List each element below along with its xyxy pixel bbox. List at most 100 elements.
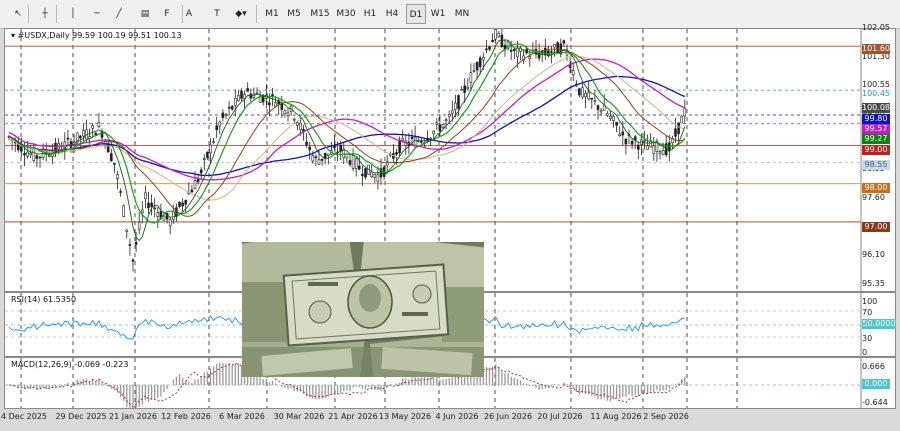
candle-body bbox=[280, 103, 284, 110]
candle-body bbox=[153, 207, 156, 210]
candle-body bbox=[348, 160, 352, 165]
price-tag: 98.55 bbox=[862, 160, 890, 170]
candle-body bbox=[246, 88, 249, 92]
price-tag: 99.57 bbox=[862, 124, 890, 134]
price-tag: 99.00 bbox=[862, 145, 890, 155]
date-label: 2 Sep 2026 bbox=[643, 412, 689, 421]
price-tag: 99.80 bbox=[862, 114, 890, 124]
candle-body bbox=[137, 222, 141, 230]
timeframe-h1[interactable]: H1 bbox=[360, 4, 380, 24]
candle-body bbox=[497, 33, 501, 37]
candle-body bbox=[401, 137, 405, 141]
candle-body bbox=[237, 94, 240, 102]
ma-medium-line bbox=[8, 48, 685, 217]
candle-body bbox=[184, 199, 187, 205]
timeframe-m30[interactable]: M30 bbox=[334, 4, 358, 24]
candle-body bbox=[385, 161, 389, 166]
macd-tick: -0.644 bbox=[862, 398, 888, 407]
candle-body bbox=[609, 115, 612, 119]
text-label-tool-icon[interactable]: T bbox=[208, 4, 226, 24]
candle-body bbox=[466, 86, 470, 90]
candle-body bbox=[376, 174, 380, 182]
timeframe-m15[interactable]: M15 bbox=[308, 4, 332, 24]
candle-body bbox=[227, 106, 231, 109]
timeframe-m5[interactable]: M5 bbox=[284, 4, 304, 24]
candle-body bbox=[218, 121, 222, 127]
timeframe-w1[interactable]: W1 bbox=[428, 4, 448, 24]
fibonacci-tool-icon[interactable]: F bbox=[158, 4, 176, 24]
candle-body bbox=[590, 97, 594, 100]
candle-body bbox=[410, 137, 414, 139]
trendline-tool-icon[interactable]: ╱ bbox=[110, 4, 128, 24]
candle-body bbox=[537, 52, 541, 59]
channel-tool-icon[interactable]: ▤ bbox=[136, 4, 154, 24]
price-tick: 102.05 bbox=[862, 23, 890, 32]
vertical-line-tool-icon[interactable]: │ bbox=[64, 4, 82, 24]
candle-body bbox=[292, 118, 296, 121]
candle-body bbox=[472, 70, 476, 72]
candle-body bbox=[562, 40, 566, 44]
rsi-tick: 30 bbox=[862, 334, 873, 343]
candle-body bbox=[457, 95, 460, 109]
candle-body bbox=[206, 151, 209, 158]
candle-body bbox=[125, 229, 129, 232]
candle-body bbox=[587, 91, 591, 100]
candle-body bbox=[469, 72, 473, 83]
candle-body bbox=[230, 105, 234, 110]
horizontal-line-tool-icon[interactable]: ─ bbox=[88, 4, 106, 24]
price-tick: 95.35 bbox=[862, 279, 885, 288]
candle-body bbox=[615, 121, 618, 126]
candle-body bbox=[178, 201, 181, 207]
price-tick: 96.10 bbox=[862, 250, 885, 260]
cursor-tool-icon[interactable]: ↖ bbox=[9, 4, 27, 24]
candle-body bbox=[354, 158, 358, 169]
candle-body bbox=[674, 128, 677, 137]
candle-body bbox=[26, 151, 29, 157]
timeframe-mn[interactable]: MN bbox=[452, 4, 472, 24]
candle-body bbox=[97, 122, 101, 127]
date-label: 4 Jun 2026 bbox=[435, 412, 479, 421]
candle-body bbox=[516, 47, 519, 58]
toolbar-separator bbox=[28, 5, 29, 23]
candle-body bbox=[131, 259, 135, 262]
price-tag: 97.00 bbox=[862, 222, 890, 232]
candle-body bbox=[680, 115, 684, 124]
toolbar: ↖ ┼ │ ─ ╱ ▤ F A T ◆▾ M1 M5 M15 M30 H1 H4 D1 W1 MN bbox=[0, 0, 900, 29]
candle-body bbox=[295, 122, 299, 126]
timeframe-h4[interactable]: H4 bbox=[382, 4, 402, 24]
candle-body bbox=[339, 144, 343, 152]
candle-body bbox=[66, 137, 70, 140]
timeframe-m1[interactable]: M1 bbox=[262, 4, 282, 24]
candle-body bbox=[395, 152, 398, 155]
candle-body bbox=[199, 169, 203, 174]
candle-body bbox=[556, 42, 560, 54]
dollar-bills-image bbox=[242, 242, 484, 377]
candle-body bbox=[646, 145, 649, 150]
price-tag: 99.27 bbox=[862, 134, 890, 144]
date-label: 30 Mar 2026 bbox=[273, 412, 325, 421]
shapes-tool-icon[interactable]: ◆▾ bbox=[230, 4, 252, 24]
crosshair-tool-icon[interactable]: ┼ bbox=[36, 4, 54, 24]
candle-body bbox=[351, 155, 355, 169]
candle-body bbox=[175, 207, 178, 217]
candle-body bbox=[156, 212, 160, 218]
candle-body bbox=[460, 88, 463, 91]
candle-body bbox=[221, 112, 225, 118]
candle-body bbox=[398, 139, 401, 154]
date-label: 26 Jun 2026 bbox=[483, 412, 533, 421]
candle-body bbox=[172, 211, 175, 220]
candle-body bbox=[438, 124, 442, 132]
candle-body bbox=[305, 141, 308, 146]
rsi-tick: 0 bbox=[862, 348, 868, 357]
candle-body bbox=[38, 156, 42, 159]
candle-body bbox=[110, 153, 113, 162]
candle-body bbox=[450, 110, 454, 114]
candle-body bbox=[478, 57, 482, 68]
candle-body bbox=[605, 113, 609, 116]
candle-body bbox=[643, 139, 646, 142]
date-label: 12 Feb 2026 bbox=[161, 412, 211, 421]
candle-body bbox=[578, 88, 581, 96]
candle-body bbox=[141, 209, 144, 214]
candle-body bbox=[500, 34, 504, 48]
timeframe-d1[interactable]: D1 bbox=[406, 4, 426, 24]
